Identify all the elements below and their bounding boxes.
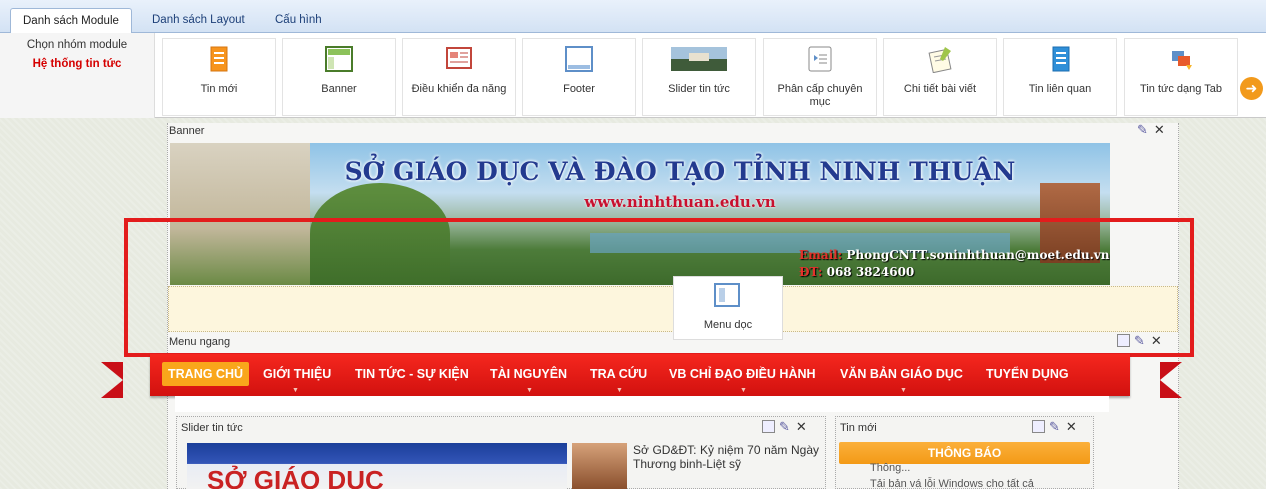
nav-recruitment[interactable]: TUYỂN DỤNG [986, 362, 1069, 386]
phone-value: 068 3824600 [826, 265, 915, 279]
banner-zone-controls: ✎ ✕ [1137, 122, 1165, 138]
module-tab-news[interactable]: Tin tức dạng Tab [1124, 38, 1238, 116]
edit-pen-icon[interactable]: ✎ [1137, 122, 1148, 137]
tab-config[interactable]: Cấu hình [263, 8, 334, 33]
module-article-detail[interactable]: Chi tiết bài viết [883, 38, 997, 116]
slider-zone-label: Slider tin tức [181, 422, 243, 434]
close-icon[interactable]: ✕ [1066, 419, 1077, 434]
news-zone-label: Tin mới [840, 422, 877, 434]
module-news-new[interactable]: Tin mới [162, 38, 276, 116]
properties-icon[interactable] [1117, 334, 1130, 347]
module-label: Tin mới [200, 83, 238, 95]
module-banner[interactable]: Banner [282, 38, 396, 116]
announcement-line[interactable]: Tải bản vá lỗi Windows cho tất cả [870, 478, 1034, 489]
email-value: PhongCNTT.soninhthuan@moet.edu.vn [846, 248, 1110, 262]
content-strip [175, 396, 1109, 412]
module-toolbar: Chọn nhóm module Hệ thống tin tức Tin mớ… [0, 33, 1266, 118]
module-related-news[interactable]: Tin liên quan [1003, 38, 1117, 116]
module-label: Điều khiển đa năng [411, 83, 507, 95]
banner-email: Email: PhongCNTT.soninhthuan@moet.edu.vn [799, 248, 1109, 262]
multi-control-icon [446, 47, 472, 69]
module-group-header: Chọn nhóm module [26, 39, 128, 51]
announcement-header: THÔNG BÁO [839, 442, 1090, 464]
category-tree-icon [808, 46, 832, 72]
edit-pen-icon[interactable]: ✎ [779, 419, 790, 434]
dragging-module-vertical-menu[interactable]: Menu dọc [673, 276, 783, 340]
module-group-panel: Chọn nhóm module Hệ thống tin tức [0, 33, 155, 118]
module-label: Chi tiết bài viết [903, 83, 977, 95]
edit-pen-icon[interactable]: ✎ [1049, 419, 1060, 434]
orange-document-icon [210, 46, 228, 72]
banner-title: SỞ GIÁO DỤC VÀ ĐÀO TẠO TỈNH NINH THUẬN [344, 157, 1016, 186]
chevron-down-icon: ▼ [616, 387, 623, 394]
tab-module-list[interactable]: Danh sách Module [10, 8, 132, 33]
ribbon-tail-left [101, 362, 123, 398]
chevron-down-icon: ▼ [900, 387, 907, 394]
chevron-down-icon: ▼ [526, 387, 533, 394]
banner-zone-label: Banner [169, 125, 205, 137]
menu-zone-controls: ✎ ✕ [1117, 333, 1162, 349]
banner-layout-icon [325, 46, 353, 72]
slider-image-icon [671, 47, 727, 71]
module-category-tree[interactable]: Phân cấp chuyên mục [763, 38, 877, 116]
edit-pen-icon[interactable]: ✎ [1134, 333, 1145, 348]
module-label: Phân cấp chuyên mục [777, 83, 863, 108]
nav-news-events[interactable]: TIN TỨC - SỰ KIỆN [355, 362, 469, 386]
nav-directives[interactable]: VB CHỈ ĐẠO ĐIỀU HÀNH [669, 362, 816, 386]
module-label: Banner [321, 83, 357, 95]
scroll-next-arrow-icon[interactable]: ➜ [1240, 77, 1263, 100]
footer-layout-icon [565, 46, 593, 72]
announcement-line[interactable]: Thông... [870, 462, 910, 474]
news-thumbnail[interactable] [572, 443, 627, 489]
banner-phone: ĐT: 068 3824600 [799, 265, 914, 279]
phone-key: ĐT: [799, 265, 823, 279]
news-zone-controls: ✎ ✕ [1032, 419, 1077, 435]
related-news-icon [1052, 46, 1070, 72]
nav-resources[interactable]: TÀI NGUYÊN [490, 362, 567, 386]
module-label: Menu dọc [703, 319, 753, 331]
menu-zone-label: Menu ngang [169, 336, 231, 348]
school-building-graphic [170, 143, 310, 285]
tab-layout-list[interactable]: Danh sách Layout [140, 8, 257, 33]
trees-graphic [310, 183, 450, 285]
module-label: Tin tức dạng Tab [1140, 83, 1222, 95]
properties-icon[interactable] [1032, 420, 1045, 433]
nav-education-docs[interactable]: VĂN BẢN GIÁO DỤC [840, 362, 963, 386]
close-icon[interactable]: ✕ [796, 419, 807, 434]
chevron-down-icon: ▼ [292, 387, 299, 394]
module-label: Tin liên quan [1028, 83, 1092, 95]
close-icon[interactable]: ✕ [1154, 122, 1165, 137]
tab-news-icon [1172, 51, 1192, 70]
module-footer[interactable]: Footer [522, 38, 636, 116]
slider-news-title[interactable]: Sở GD&ĐT: Kỷ niệm 70 năm Ngày Thương bin… [633, 443, 819, 471]
properties-icon[interactable] [762, 420, 775, 433]
module-label: Slider tin tức [668, 83, 730, 95]
slider-zone-controls: ✎ ✕ [762, 419, 807, 435]
module-tab-bar: Danh sách Module Danh sách Layout Cấu hì… [0, 0, 1266, 33]
nav-about[interactable]: GIỚI THIỆU [263, 362, 331, 386]
banner-url: www.ninhthuan.edu.vn [584, 193, 776, 211]
module-label: Footer [563, 83, 595, 95]
vertical-menu-icon [714, 283, 740, 307]
module-news-slider[interactable]: Slider tin tức [642, 38, 756, 116]
ribbon-tail-right [1160, 362, 1182, 398]
nav-lookup[interactable]: TRA CỨU [590, 362, 647, 386]
chevron-down-icon: ▼ [740, 387, 747, 394]
slider-image-text: SỞ GIÁO DỤC [207, 465, 384, 489]
banner-image: SỞ GIÁO DỤC VÀ ĐÀO TẠO TỈNH NINH THUẬN w… [170, 143, 1110, 285]
module-multi-control[interactable]: Điều khiển đa năng [402, 38, 516, 116]
slider-image[interactable]: SỞ GIÁO DỤC [187, 443, 567, 489]
email-key: Email: [799, 248, 843, 262]
module-group-news-system[interactable]: Hệ thống tin tức [0, 51, 154, 70]
nav-home[interactable]: TRANG CHỦ [162, 362, 249, 386]
close-icon[interactable]: ✕ [1151, 333, 1162, 348]
article-detail-icon [928, 47, 952, 73]
